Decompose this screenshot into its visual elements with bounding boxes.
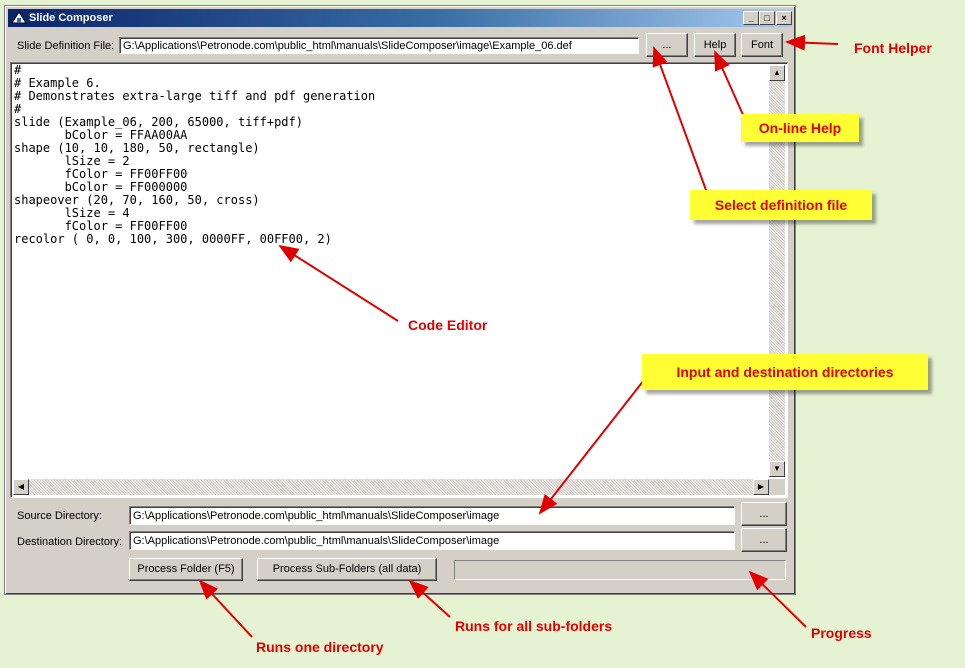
online-help-callout: On-line Help	[741, 114, 859, 142]
font-helper-note: Font Helper	[854, 40, 932, 56]
font-helper-arrow	[785, 34, 839, 51]
directories-callout: Input and destination directories	[642, 354, 928, 390]
select-definition-callout: Select definition file	[690, 190, 872, 220]
code-editor-note: Code Editor	[408, 317, 488, 333]
code-editor-arrow	[278, 244, 399, 322]
annotation-arrows	[198, 34, 839, 638]
runs-all-arrow	[408, 579, 451, 618]
select-definition-arrow	[652, 46, 707, 191]
runs-one-note: Runs one directory	[256, 639, 384, 655]
directories-arrow	[538, 379, 645, 515]
runs-one-arrow	[198, 579, 253, 638]
online-help-arrow	[714, 50, 745, 118]
runs-all-note: Runs for all sub-folders	[455, 618, 613, 634]
progress-note: Progress	[811, 625, 872, 641]
progress-arrow	[748, 570, 807, 628]
